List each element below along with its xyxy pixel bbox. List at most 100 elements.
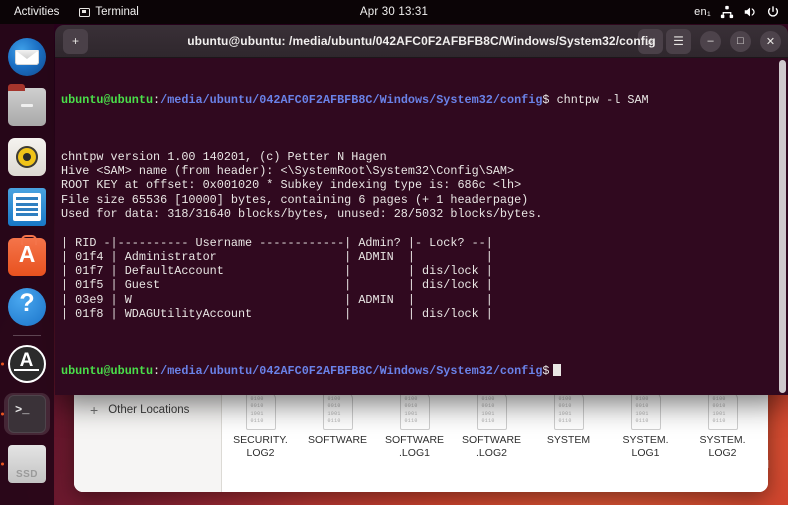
help-icon	[8, 288, 46, 326]
libreoffice-icon	[8, 188, 46, 226]
binary-file-icon: 0100 0010 1001 0110	[707, 392, 738, 430]
file-item[interactable]: 0100 0010 1001 0110 SOFTWARE	[299, 390, 376, 447]
binary-file-icon: 0100 0010 1001 0110	[399, 392, 430, 430]
terminal-line: ROOT KEY at offset: 0x001020 * Subkey in…	[61, 178, 522, 193]
file-name-label: SOFTWARE .LOG1	[384, 434, 445, 460]
files-icon	[8, 84, 46, 126]
binary-pattern: 0100 0010 1001 0110	[635, 396, 649, 424]
prompt-dollar: $	[542, 92, 550, 107]
terminal-line: | RID -|---------- Username ------------…	[61, 235, 493, 250]
file-name-label: SYSTEM. LOG1	[622, 434, 669, 460]
binary-pattern: 0100 0010 1001 0110	[481, 396, 495, 424]
rhythmbox-icon	[8, 138, 46, 176]
file-item[interactable]: 0100 0010 1001 0110 SYSTEM	[530, 390, 607, 447]
file-manager-file-grid[interactable]: 0100 0010 1001 0110 SECURITY. LOG2 0100 00…	[222, 386, 768, 492]
scrollbar-thumb[interactable]	[779, 60, 786, 393]
terminal-icon	[8, 395, 46, 433]
hamburger-menu-icon[interactable]: ☰	[666, 28, 691, 54]
terminal-output-lines: chntpw version 1.00 140201, (c) Petter N…	[61, 150, 788, 322]
terminal-icon	[79, 7, 91, 17]
dock-item-help[interactable]	[0, 282, 54, 332]
terminal-line: chntpw version 1.00 140201, (c) Petter N…	[61, 149, 387, 164]
software-icon	[8, 235, 46, 276]
terminal-command-line: ubuntu@ubuntu:/media/ubuntu/042AFC0F2AFB…	[61, 93, 788, 107]
terminal-line: | 01f5 | Guest | | dis/lock |	[61, 278, 493, 293]
binary-pattern: 0100 0010 1001 0110	[404, 396, 418, 424]
ssd-icon	[8, 445, 46, 483]
network-icon[interactable]	[720, 5, 734, 19]
activities-button[interactable]: Activities	[0, 0, 69, 24]
dock-item-rhythmbox[interactable]	[0, 132, 54, 182]
terminal-line: | 01f4 | Administrator | ADMIN | |	[61, 249, 493, 264]
dock-item-installer[interactable]	[0, 339, 54, 389]
binary-file-icon: 0100 0010 1001 0110	[630, 392, 661, 430]
file-name-label: SOFTWARE	[307, 434, 368, 446]
terminal-line: File size 65536 [10000] bytes, containin…	[61, 192, 529, 207]
sidebar-item-label: Other Locations	[108, 404, 190, 416]
dock-item-thunderbird[interactable]	[0, 32, 54, 82]
thunderbird-icon	[8, 38, 46, 76]
file-manager-sidebar: + Other Locations	[74, 386, 222, 492]
prompt2-path: /media/ubuntu/042AFC0F2AFBFB8C/Windows/S…	[160, 364, 543, 379]
close-button[interactable]: ✕	[760, 30, 781, 52]
terminal-prompt-line: ubuntu@ubuntu:/media/ubuntu/042AFC0F2AFB…	[61, 364, 788, 378]
installer-icon	[8, 345, 46, 383]
binary-pattern: 0100 0010 1001 0110	[250, 396, 264, 424]
binary-file-icon: 0100 0010 1001 0110	[476, 392, 507, 430]
ubuntu-dock[interactable]	[0, 24, 54, 505]
file-item[interactable]: 0100 0010 1001 0110 SOFTWARE .LOG2	[453, 390, 530, 460]
binary-pattern: 0100 0010 1001 0110	[327, 396, 341, 424]
file-item[interactable]: 0100 0010 1001 0110 SYSTEM. LOG2	[684, 390, 761, 460]
new-tab-icon[interactable]: +	[63, 28, 88, 54]
search-icon[interactable]: ⌕	[638, 28, 663, 54]
terminal-line: | 01f8 | WDAGUtilityAccount | | dis/lock…	[61, 307, 493, 322]
dock-item-software[interactable]	[0, 232, 54, 282]
sidebar-item-other-locations[interactable]: + Other Locations	[74, 400, 221, 420]
file-name-label: SOFTWARE .LOG2	[461, 434, 522, 460]
dock-item-files[interactable]	[0, 82, 54, 132]
minimize-button[interactable]: –	[700, 30, 721, 52]
file-item[interactable]: 0100 0010 1001 0110 SYSTEM. LOG1	[607, 390, 684, 460]
volume-icon[interactable]	[743, 5, 757, 19]
dock-item-ssd[interactable]	[0, 439, 54, 489]
binary-pattern: 0100 0010 1001 0110	[558, 396, 572, 424]
terminal-scrollbar[interactable]	[779, 60, 786, 393]
terminal-window-controls[interactable]: ⌕ ☰ – □ ✕	[638, 28, 781, 54]
plus-icon: +	[90, 402, 99, 418]
terminal-line: | 03e9 | W | ADMIN | |	[61, 292, 493, 307]
prompt2-dollar: $	[542, 364, 550, 379]
dock-item-terminal[interactable]	[0, 389, 54, 439]
terminal-line: | 01f7 | DefaultAccount | | dis/lock |	[61, 264, 493, 279]
clock[interactable]: Apr 30 13:31	[360, 6, 428, 18]
file-manager-window[interactable]: + Other Locations 0100 0010 1001 0110 SEC…	[74, 386, 768, 492]
terminal-line: Hive <SAM> name (from header): <\SystemR…	[61, 164, 515, 179]
terminal-line: Used for data: 318/31640 blocks/bytes, u…	[61, 206, 543, 221]
dock-item-libreoffice[interactable]	[0, 182, 54, 232]
system-status-area[interactable]: en₁	[694, 0, 780, 24]
file-name-label: SYSTEM	[546, 434, 591, 446]
binary-file-icon: 0100 0010 1001 0110	[322, 392, 353, 430]
file-item[interactable]: 0100 0010 1001 0110 SOFTWARE .LOG1	[376, 390, 453, 460]
power-icon[interactable]	[766, 5, 780, 19]
prompt-user-host: ubuntu@ubuntu	[61, 92, 154, 107]
terminal-cursor	[552, 364, 561, 377]
binary-file-icon: 0100 0010 1001 0110	[553, 392, 584, 430]
binary-file-icon: 0100 0010 1001 0110	[245, 392, 276, 430]
file-name-label: SECURITY. LOG2	[233, 434, 288, 460]
terminal-titlebar[interactable]: + ubuntu@ubuntu: /media/ubuntu/042AFC0F2…	[55, 25, 788, 58]
keyboard-layout-indicator[interactable]: en₁	[694, 6, 711, 18]
terminal-output-area[interactable]: ubuntu@ubuntu:/media/ubuntu/042AFC0F2AFB…	[55, 58, 788, 395]
top-bar[interactable]: Activities Terminal Apr 30 13:31 en₁	[0, 0, 788, 24]
active-app-menu[interactable]: Terminal	[69, 0, 148, 24]
dock-separator	[13, 335, 41, 336]
binary-pattern: 0100 0010 1001 0110	[712, 396, 726, 424]
terminal-command: chntpw -l SAM	[549, 92, 649, 107]
prompt-path: /media/ubuntu/042AFC0F2AFBFB8C/Windows/S…	[160, 92, 543, 107]
maximize-button[interactable]: □	[730, 30, 751, 52]
file-item[interactable]: 0100 0010 1001 0110 SECURITY. LOG2	[222, 390, 299, 460]
file-name-label: SYSTEM. LOG2	[699, 434, 746, 460]
terminal-window[interactable]: + ubuntu@ubuntu: /media/ubuntu/042AFC0F2…	[55, 25, 788, 395]
active-app-label: Terminal	[95, 6, 139, 18]
prompt2-user-host: ubuntu@ubuntu	[61, 364, 154, 379]
